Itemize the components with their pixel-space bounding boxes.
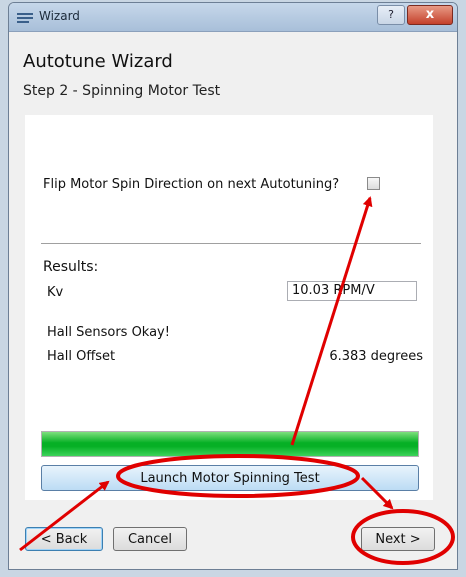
progress-fill [42,432,418,456]
section-divider [41,243,421,244]
kv-value-field[interactable]: 10.03 RPM/V [287,281,417,301]
flip-direction-checkbox[interactable] [367,177,380,190]
cancel-button[interactable]: Cancel [113,527,187,551]
kv-label: Kv [47,285,64,300]
wizard-window: Wizard ? x Autotune Wizard Step 2 - Spin… [8,2,458,570]
close-button[interactable]: x [407,5,453,25]
hall-offset-label: Hall Offset [47,349,116,364]
hall-sensor-status: Hall Sensors Okay! [47,325,170,340]
window-app-icon [17,13,33,23]
back-button[interactable]: < Back [25,527,103,551]
step-panel: Flip Motor Spin Direction on next Autotu… [25,115,433,500]
results-heading: Results: [43,259,99,275]
help-button[interactable]: ? [377,5,405,25]
window-title: Wizard [39,9,80,23]
launch-motor-test-button[interactable]: Launch Motor Spinning Test [41,465,419,491]
flip-direction-label: Flip Motor Spin Direction on next Autotu… [43,177,340,192]
wizard-title: Autotune Wizard [23,51,173,72]
hall-offset-value: 6.383 degrees [329,349,423,364]
next-button[interactable]: Next > [361,527,435,551]
test-progress-bar [41,431,419,457]
title-bar[interactable]: Wizard ? x [9,3,457,32]
wizard-step-subtitle: Step 2 - Spinning Motor Test [23,83,221,99]
